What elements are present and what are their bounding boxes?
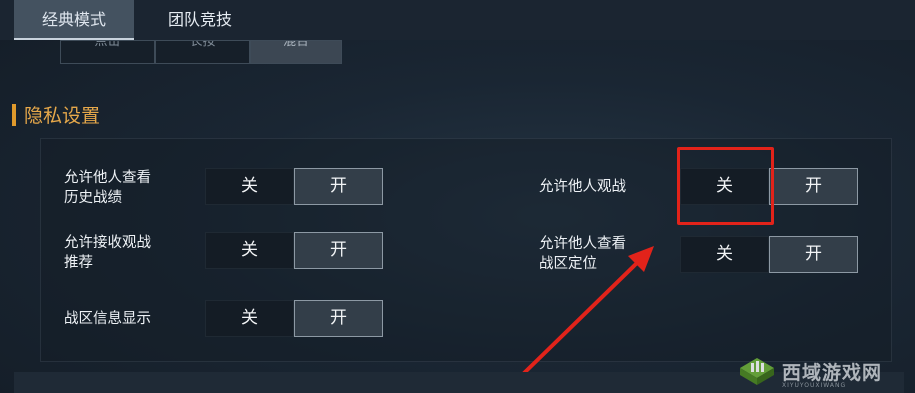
watermark-text: 西域游戏网 xyxy=(782,361,883,384)
annotation-arrow xyxy=(518,246,654,379)
watermark: 西域游戏网 XIYUYOUXIWANG xyxy=(738,352,882,390)
watermark-subtext: XIYUYOUXIWANG xyxy=(782,382,847,389)
watermark-logo-icon xyxy=(740,358,774,385)
